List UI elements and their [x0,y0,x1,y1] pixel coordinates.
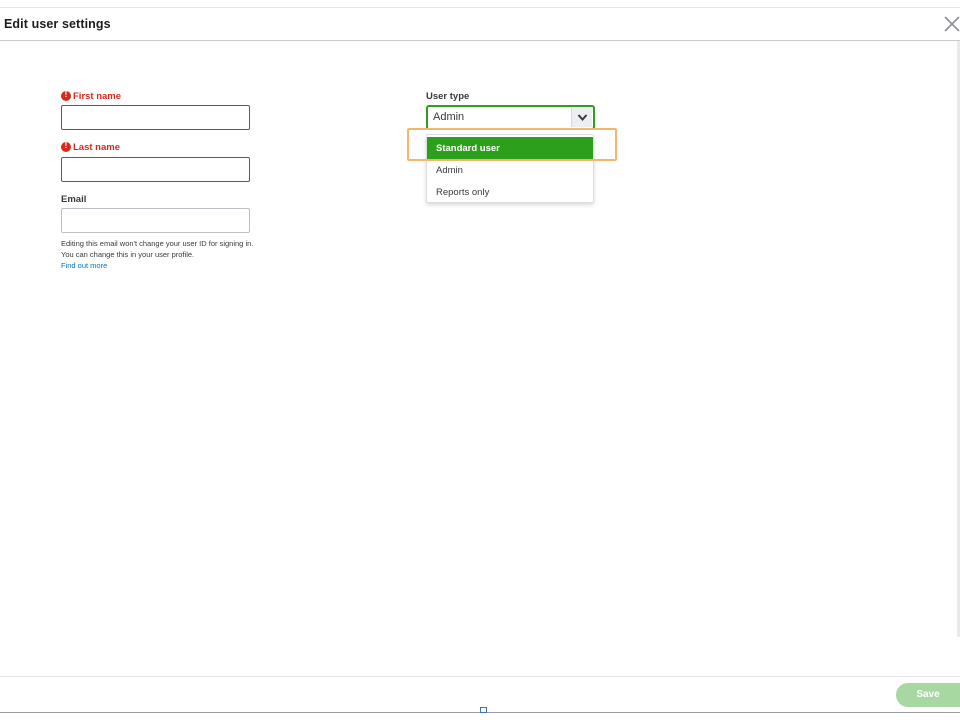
error-icon [61,90,71,101]
first-name-label-text: First name [73,91,122,102]
last-name-input[interactable] [61,157,250,182]
save-button[interactable]: Save [896,683,960,707]
user-type-label: User type [426,91,470,102]
error-icon [61,141,71,152]
dropdown-option-admin[interactable]: Admin [427,159,593,181]
close-button[interactable] [942,14,960,34]
user-type-selected-value: Admin [433,111,465,123]
first-name-label: First name [61,90,122,102]
dropdown-option-reports-only[interactable]: Reports only [427,181,593,203]
last-name-label-text: Last name [73,142,120,153]
last-name-label: Last name [61,141,120,153]
user-type-dropdown-button[interactable] [571,108,592,127]
email-helper-text: Editing this email won't change your use… [61,239,254,260]
user-type-select[interactable]: Admin [426,105,595,130]
dialog-title: Edit user settings [4,17,111,31]
close-icon [944,16,960,32]
first-name-input[interactable] [61,105,250,130]
resize-handle[interactable] [480,707,487,713]
user-type-dropdown-menu: Standard user Admin Reports only [426,134,594,203]
dropdown-option-standard-user[interactable]: Standard user [427,137,593,159]
dialog-header: Edit user settings [0,8,960,41]
top-strip [0,0,960,8]
edit-user-settings-dialog: Edit user settings First name Last name … [0,0,960,720]
chevron-down-icon [577,114,588,122]
email-input[interactable] [61,208,250,233]
email-label: Email [61,194,87,205]
find-out-more-link[interactable]: Find out more [61,261,107,270]
